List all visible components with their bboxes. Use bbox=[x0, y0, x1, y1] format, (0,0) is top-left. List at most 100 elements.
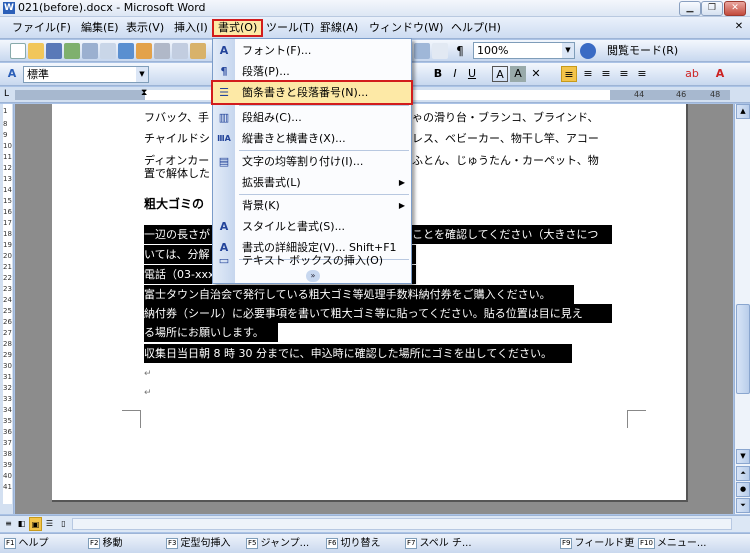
fkey-jump[interactable]: F5 ジャンプ... bbox=[246, 536, 309, 552]
menu-item-background[interactable]: 背景(K) ▶ bbox=[213, 195, 411, 216]
textbox-icon: ▭ bbox=[218, 254, 230, 267]
fkey-update-field[interactable]: F9 フィールド更 bbox=[560, 536, 634, 552]
view-bar: ≡ ◧ ▣ ☰ ▯ bbox=[0, 515, 750, 532]
menu-item-text-direction[interactable]: ⅢA 縦書きと横書き(X)... bbox=[213, 128, 411, 149]
char-border-button[interactable]: A bbox=[492, 66, 508, 82]
menu-item-columns[interactable]: ▥ 段組み(C)... bbox=[213, 107, 411, 128]
print-preview-icon[interactable] bbox=[100, 43, 116, 59]
scroll-up-icon[interactable]: ▲ bbox=[736, 104, 750, 119]
menu-window[interactable]: ウィンドウ(W) bbox=[365, 19, 447, 37]
crop-mark bbox=[628, 410, 646, 428]
styles-pane-icon[interactable]: A bbox=[4, 66, 20, 82]
style-select[interactable]: 標準 ▼ bbox=[23, 66, 149, 83]
menu-item-insert-textbox-row[interactable]: ▭ テキスト ボックスの挿入(O) bbox=[213, 250, 411, 269]
menu-help[interactable]: ヘルプ(H) bbox=[447, 19, 505, 37]
scroll-down-icon[interactable]: ▼ bbox=[736, 449, 750, 464]
menu-file[interactable]: ファイル(F) bbox=[8, 19, 75, 37]
new-document-icon[interactable] bbox=[10, 43, 26, 59]
menu-item-label: テキスト ボックスの挿入(O) bbox=[242, 254, 384, 267]
vruler-number: 18 bbox=[3, 230, 12, 238]
vruler-number: 21 bbox=[3, 263, 12, 271]
print-icon[interactable] bbox=[82, 43, 98, 59]
word-app-icon[interactable]: W bbox=[3, 2, 15, 14]
chevron-down-icon[interactable]: ▼ bbox=[562, 43, 574, 58]
fkey-switch[interactable]: F6 切り替え bbox=[326, 536, 380, 552]
italic-button[interactable]: I bbox=[447, 66, 463, 82]
distribute-button[interactable]: ≡ bbox=[634, 66, 650, 82]
chevron-down-icon[interactable]: ▼ bbox=[136, 67, 148, 82]
document-map-icon[interactable] bbox=[432, 43, 448, 59]
align-center-button[interactable]: ≡ bbox=[580, 66, 596, 82]
copy-icon[interactable] bbox=[172, 43, 188, 59]
menu-item-label: 文字の均等割り付け(I)... bbox=[242, 155, 364, 168]
save-icon[interactable] bbox=[46, 43, 62, 59]
vruler-number: 16 bbox=[3, 208, 12, 216]
font-color-icon[interactable]: A bbox=[712, 66, 728, 82]
horizontal-scrollbar[interactable] bbox=[72, 518, 732, 530]
maximize-button[interactable]: ❐ bbox=[701, 1, 723, 16]
next-page-icon[interactable]: ⏷ bbox=[736, 498, 750, 513]
underline-button[interactable]: U bbox=[464, 66, 480, 82]
doc-line-fragment: ふとん、じゅうたん・カーペット、物 bbox=[412, 154, 599, 167]
menu-item-paragraph[interactable]: ¶ 段落(P)... bbox=[213, 61, 411, 82]
zoom-select[interactable]: 100% ▼ bbox=[473, 42, 575, 59]
menu-item-asian-layout[interactable]: 拡張書式(L) ▶ bbox=[213, 172, 411, 193]
styles-icon: A bbox=[219, 220, 229, 233]
vruler-number: 31 bbox=[3, 373, 12, 381]
show-formatting-icon[interactable]: ¶ bbox=[452, 43, 468, 59]
fkey-menu[interactable]: F10 メニュー... bbox=[638, 536, 706, 552]
print-layout-icon[interactable]: ▣ bbox=[29, 517, 42, 531]
web-view-icon[interactable]: ◧ bbox=[15, 517, 28, 531]
outline-view-icon[interactable]: ☰ bbox=[43, 517, 56, 531]
highlight-icon[interactable]: ab bbox=[684, 66, 700, 82]
style-value: 標準 bbox=[27, 68, 49, 81]
vruler-number: 30 bbox=[3, 362, 12, 370]
font-icon: A bbox=[219, 44, 229, 57]
drawing-icon[interactable] bbox=[414, 43, 430, 59]
close-document-icon[interactable]: ✕ bbox=[732, 20, 746, 34]
menu-item-distribute-text[interactable]: ▤ 文字の均等割り付け(I)... bbox=[213, 151, 411, 172]
paste-icon[interactable] bbox=[190, 43, 206, 59]
doc-line-fragment: レス、ベビーカー、物干し竿、アコー bbox=[412, 132, 599, 145]
scroll-thumb[interactable] bbox=[736, 304, 750, 394]
cut-icon[interactable] bbox=[154, 43, 170, 59]
char-shading-button[interactable]: A bbox=[510, 66, 526, 82]
distribute-text-icon: ▤ bbox=[218, 155, 230, 168]
menu-item-styles-formatting[interactable]: A スタイルと書式(S)... bbox=[213, 216, 411, 237]
expand-menu-icon[interactable]: » bbox=[306, 270, 320, 282]
tab-selector-icon[interactable]: L bbox=[4, 89, 9, 99]
permission-icon[interactable] bbox=[64, 43, 80, 59]
align-right-button[interactable]: ≡ bbox=[598, 66, 614, 82]
bold-button[interactable]: B bbox=[430, 66, 446, 82]
open-folder-icon[interactable] bbox=[28, 43, 44, 59]
fkey-help[interactable]: F1 ヘルプ bbox=[4, 536, 48, 552]
justify-button[interactable]: ≡ bbox=[616, 66, 632, 82]
fkey-autotext[interactable]: F3 定型句挿入 bbox=[166, 536, 230, 552]
research-icon[interactable] bbox=[136, 43, 152, 59]
menu-item-font[interactable]: A フォント(F)... bbox=[213, 40, 411, 61]
help-icon[interactable] bbox=[580, 43, 596, 59]
minimize-button[interactable]: ▁ bbox=[679, 1, 701, 16]
reading-view-icon[interactable]: ▯ bbox=[57, 517, 70, 531]
menu-table[interactable]: 罫線(A) bbox=[316, 19, 362, 37]
align-left-button[interactable]: ≡ bbox=[561, 66, 577, 82]
vertical-scrollbar[interactable]: ▲ ▼ ⏶ ● ⏷ bbox=[734, 104, 750, 514]
spelling-icon[interactable] bbox=[118, 43, 134, 59]
browse-object-icon[interactable]: ● bbox=[736, 482, 750, 497]
menu-insert[interactable]: 挿入(I) bbox=[170, 19, 212, 37]
menu-item-bullets-numbering[interactable]: ☰ 箇条書きと段落番号(N)... bbox=[211, 80, 413, 105]
normal-view-icon[interactable]: ≡ bbox=[2, 517, 15, 531]
vertical-ruler[interactable]: 1 8 9 10 11 12 13 14 15 16 17 18 19 20 2… bbox=[0, 104, 14, 514]
menu-item-label: 縦書きと横書き(X)... bbox=[242, 132, 346, 145]
menu-tools[interactable]: ツール(T) bbox=[262, 19, 318, 37]
fkey-spelling[interactable]: F7 スペル チ... bbox=[405, 536, 472, 552]
previous-page-icon[interactable]: ⏶ bbox=[736, 466, 750, 481]
menu-view[interactable]: 表示(V) bbox=[122, 19, 168, 37]
fkey-move[interactable]: F2 移動 bbox=[88, 536, 122, 552]
menu-format[interactable]: 書式(O) bbox=[212, 19, 264, 37]
menu-edit[interactable]: 編集(E) bbox=[77, 19, 123, 37]
char-scaling-button[interactable]: ✕ bbox=[528, 66, 544, 82]
reading-mode-button[interactable]: 閲覧モード(R) bbox=[604, 42, 681, 59]
indent-marker-icon[interactable]: ⧗ bbox=[141, 88, 147, 98]
close-button[interactable]: ✕ bbox=[724, 1, 746, 16]
